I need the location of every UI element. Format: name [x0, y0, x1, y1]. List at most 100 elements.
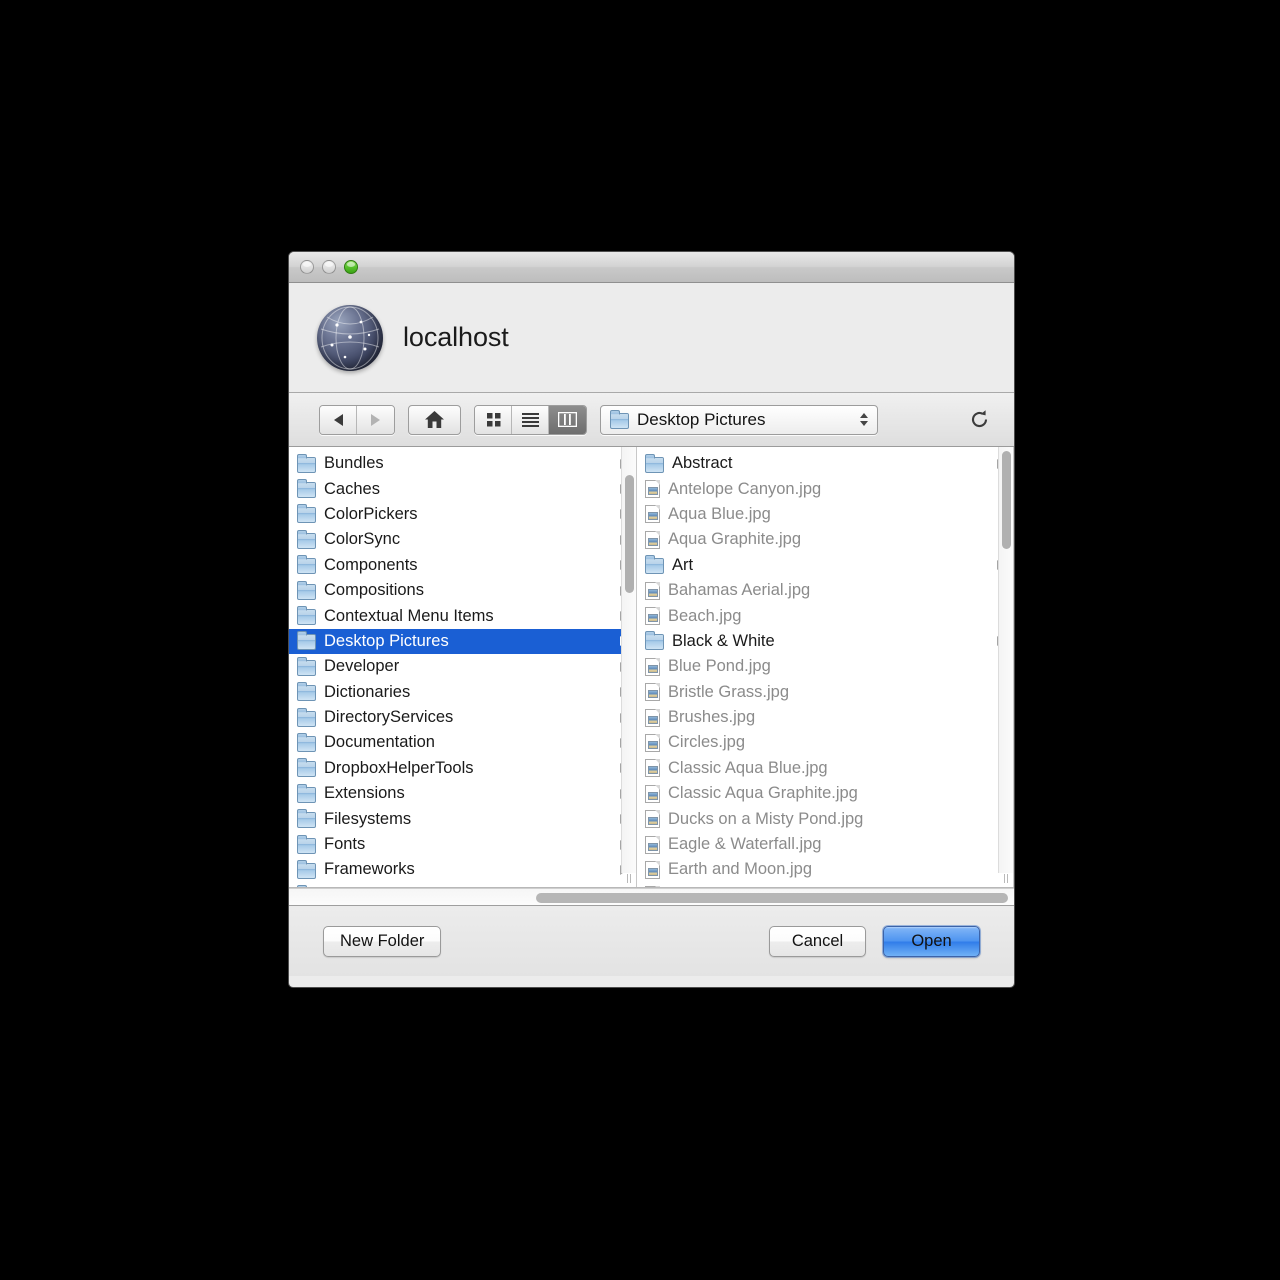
- zoom-button-icon[interactable]: [344, 260, 358, 274]
- browser-horizontal-scroll-thumb[interactable]: [536, 893, 1008, 903]
- open-button[interactable]: Open: [883, 925, 980, 957]
- chevron-updown-icon: [860, 413, 868, 426]
- list-item[interactable]: Caches: [289, 476, 636, 501]
- right-column-resize-grip[interactable]: [998, 871, 1013, 885]
- list-item[interactable]: Aqua Graphite.jpg: [637, 527, 1013, 552]
- column-browser: Bundles Caches ColorPickers ColorSync Compon…: [289, 447, 1014, 888]
- right-column-scroll-thumb[interactable]: [1002, 451, 1011, 549]
- list-view-icon: [521, 413, 539, 427]
- left-column-rows: Bundles Caches ColorPickers ColorSync Compon…: [289, 447, 636, 887]
- icon-view-button[interactable]: [475, 405, 512, 434]
- list-item-label: ColorPickers: [324, 504, 418, 523]
- list-item[interactable]: Documentation: [289, 730, 636, 755]
- list-item[interactable]: Bundles: [289, 451, 636, 476]
- list-item[interactable]: Antelope Canyon.jpg: [637, 476, 1013, 501]
- folder-icon: [297, 707, 316, 727]
- dialog-footer: New Folder Cancel Open: [289, 906, 1014, 976]
- forward-arrow-icon: [371, 413, 380, 426]
- column-view-button[interactable]: [549, 405, 586, 434]
- close-button-icon[interactable]: [300, 260, 314, 274]
- list-item-label: Eagle & Waterfall.jpg: [668, 835, 822, 854]
- list-item[interactable]: Extensions: [289, 781, 636, 806]
- list-item[interactable]: Aqua Blue.jpg: [637, 502, 1013, 527]
- refresh-button[interactable]: [964, 405, 994, 435]
- list-item[interactable]: ColorSync: [289, 527, 636, 552]
- browser-column-left[interactable]: Bundles Caches ColorPickers ColorSync Compon…: [289, 447, 637, 887]
- list-item[interactable]: Circles.jpg: [637, 730, 1013, 755]
- list-item[interactable]: ColorPickers: [289, 502, 636, 527]
- list-item[interactable]: Dictionaries: [289, 680, 636, 705]
- list-item-label: Fonts: [324, 835, 366, 854]
- list-item[interactable]: Earth Horizon.jpg: [637, 883, 1013, 887]
- home-icon: [425, 411, 444, 428]
- list-item[interactable]: Desktop Pictures: [289, 628, 636, 655]
- list-item[interactable]: Filesystems: [289, 806, 636, 831]
- list-item[interactable]: Classic Aqua Blue.jpg: [637, 756, 1013, 781]
- list-item-label: Classic Aqua Graphite.jpg: [668, 784, 858, 803]
- list-item[interactable]: Bahamas Aerial.jpg: [637, 578, 1013, 603]
- list-item[interactable]: Google: [289, 883, 636, 887]
- list-item[interactable]: Components: [289, 553, 636, 578]
- list-item-label: Classic Aqua Blue.jpg: [668, 758, 828, 777]
- list-item-label: Bahamas Aerial.jpg: [668, 581, 811, 600]
- path-popup-button[interactable]: Desktop Pictures: [600, 404, 878, 435]
- list-item[interactable]: Contextual Menu Items: [289, 603, 636, 628]
- folder-icon: [297, 479, 316, 499]
- list-item[interactable]: Earth and Moon.jpg: [637, 857, 1013, 882]
- back-button[interactable]: [320, 405, 357, 434]
- list-item-label: Documentation: [324, 733, 435, 752]
- list-item[interactable]: Blue Pond.jpg: [637, 654, 1013, 679]
- list-item[interactable]: Compositions: [289, 578, 636, 603]
- browser-horizontal-scrollbar[interactable]: [289, 888, 1014, 906]
- home-button[interactable]: [408, 404, 461, 435]
- list-item[interactable]: Fonts: [289, 832, 636, 857]
- left-column-scrollbar[interactable]: [621, 447, 636, 873]
- minimize-button-icon[interactable]: [322, 260, 336, 274]
- browser-column-right[interactable]: Abstract Antelope Canyon.jpg Aqua Blue.jpg…: [637, 447, 1014, 887]
- refresh-icon: [971, 410, 987, 428]
- list-item-label: Earth and Moon.jpg: [668, 860, 813, 879]
- right-column-scrollbar[interactable]: [998, 447, 1013, 873]
- folder-icon: [297, 859, 316, 879]
- list-item[interactable]: Developer: [289, 654, 636, 679]
- list-item[interactable]: Abstract: [637, 451, 1013, 476]
- list-item[interactable]: Classic Aqua Graphite.jpg: [637, 781, 1013, 806]
- list-item[interactable]: Black & White: [637, 629, 1013, 654]
- list-item[interactable]: Art: [637, 553, 1013, 578]
- jpg-document-icon: [645, 607, 660, 626]
- list-item-label: Circles.jpg: [668, 733, 746, 752]
- list-view-button[interactable]: [512, 405, 549, 434]
- list-item[interactable]: Bristle Grass.jpg: [637, 680, 1013, 705]
- list-item-label: Components: [324, 555, 418, 574]
- left-column-scroll-thumb[interactable]: [625, 475, 634, 593]
- jpg-document-icon: [645, 480, 660, 499]
- jpg-document-icon: [645, 657, 660, 676]
- jpg-document-icon: [645, 835, 660, 854]
- forward-button[interactable]: [357, 405, 394, 434]
- folder-icon: [610, 409, 629, 429]
- cancel-button[interactable]: Cancel: [769, 925, 866, 957]
- open-file-dialog-window: localhost Desktop Pictures Bundles Cache…: [288, 251, 1015, 988]
- list-item-label: Brushes.jpg: [668, 708, 756, 727]
- list-item-label: Desktop Pictures: [324, 631, 449, 650]
- list-item[interactable]: Frameworks: [289, 857, 636, 882]
- left-column-resize-grip[interactable]: [621, 871, 636, 885]
- folder-icon: [297, 834, 316, 854]
- dialog-toolbar: Desktop Pictures: [289, 393, 1014, 447]
- list-item[interactable]: Beach.jpg: [637, 603, 1013, 628]
- list-item-label: Beach.jpg: [668, 606, 742, 625]
- jpg-document-icon: [645, 886, 660, 887]
- list-item[interactable]: Eagle & Waterfall.jpg: [637, 832, 1013, 857]
- list-item-label: Aqua Graphite.jpg: [668, 530, 802, 549]
- list-item[interactable]: Ducks on a Misty Pond.jpg: [637, 806, 1013, 831]
- list-item[interactable]: DropboxHelperTools: [289, 756, 636, 781]
- right-column-rows: Abstract Antelope Canyon.jpg Aqua Blue.jpg…: [637, 447, 1013, 887]
- view-mode-segmented-control: [474, 404, 587, 435]
- folder-icon: [645, 631, 664, 651]
- list-item[interactable]: DirectoryServices: [289, 705, 636, 730]
- list-item[interactable]: Brushes.jpg: [637, 705, 1013, 730]
- new-folder-button[interactable]: New Folder: [323, 925, 442, 957]
- list-item-label: Developer: [324, 657, 400, 676]
- jpg-document-icon: [645, 733, 660, 752]
- list-item-label: Bristle Grass.jpg: [668, 682, 790, 701]
